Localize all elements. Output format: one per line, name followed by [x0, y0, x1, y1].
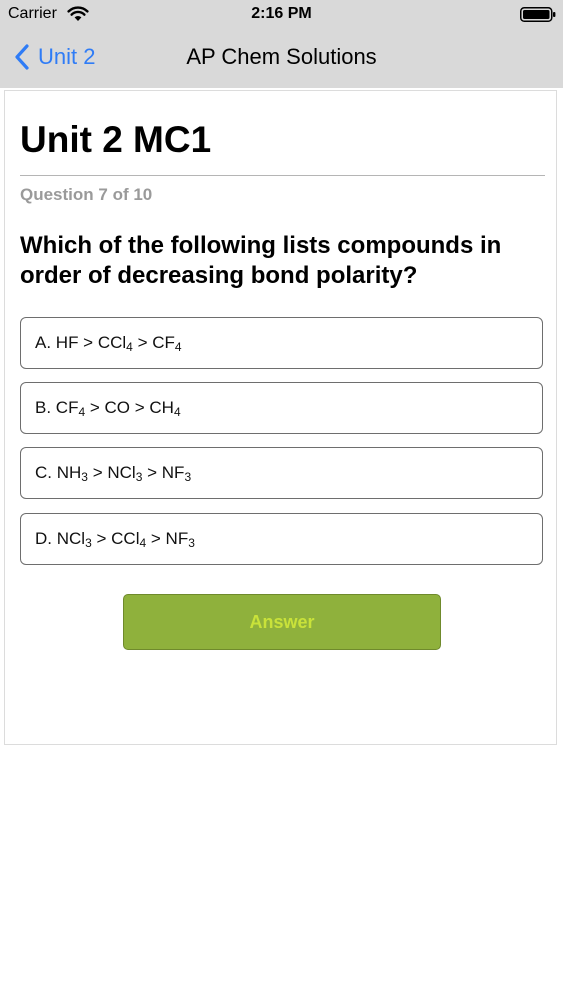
navigation-bar: Unit 2 AP Chem Solutions — [0, 28, 563, 88]
option-subscript: 4 — [126, 340, 133, 354]
option-formula-part: CF — [55, 398, 79, 417]
option-formula-part: HF > CCl — [55, 333, 127, 352]
option-formula-part: > CCl — [91, 529, 140, 548]
option-formula-part: > CO > CH — [85, 398, 174, 417]
option-formula-part: > CF — [132, 333, 175, 352]
answer-button[interactable]: Answer — [123, 594, 441, 650]
nav-title: AP Chem Solutions — [0, 44, 563, 70]
status-bar: Carrier 2:16 PM — [0, 0, 563, 28]
question-text: Which of the following lists compounds i… — [20, 232, 502, 289]
battery-icon — [520, 7, 556, 22]
question-counter: Question 7 of 10 — [20, 185, 153, 204]
option-d[interactable]: D. NCl3 > CCl4 > NF3 — [20, 513, 543, 565]
nav-title-text: AP Chem Solutions — [186, 44, 377, 69]
option-letter: A. — [35, 333, 56, 352]
option-subscript: 3 — [81, 470, 88, 484]
option-formula-part: > NF — [142, 463, 185, 482]
option-subscript: 3 — [184, 470, 192, 484]
option-formula-part: > NCl — [87, 463, 136, 482]
status-time: 2:16 PM — [251, 5, 312, 22]
quiz-title: Unit 2 MC1 — [20, 119, 212, 160]
option-a[interactable]: A. HF > CCl4 > CF4 — [20, 317, 543, 369]
quiz-card: Unit 2 MC1 Question 7 of 10 Which of the… — [4, 90, 557, 745]
option-letter: D. — [35, 529, 57, 548]
option-text: D. NCl3 > CCl4 > NF3 — [35, 529, 195, 549]
option-formula-part: NCl — [56, 529, 86, 548]
option-text: B. CF4 > CO > CH4 — [35, 398, 181, 418]
top-bar-background: Carrier 2:16 PM Unit 2 AP Chem Solutions — [0, 0, 563, 88]
option-text: A. HF > CCl4 > CF4 — [35, 333, 182, 353]
title-divider — [20, 175, 545, 176]
option-subscript: 3 — [85, 536, 92, 550]
option-subscript: 3 — [188, 536, 195, 550]
option-subscript: 4 — [174, 340, 182, 354]
option-formula-part: NH — [56, 463, 82, 482]
option-subscript: 4 — [173, 405, 181, 419]
option-b[interactable]: B. CF4 > CO > CH4 — [20, 382, 543, 434]
option-letter: C. — [35, 463, 57, 482]
option-text: C. NH3 > NCl3 > NF3 — [35, 463, 191, 483]
option-formula-part: > NF — [146, 529, 189, 548]
answer-button-label: Answer — [249, 611, 315, 632]
option-letter: B. — [35, 398, 56, 417]
option-c[interactable]: C. NH3 > NCl3 > NF3 — [20, 447, 543, 499]
